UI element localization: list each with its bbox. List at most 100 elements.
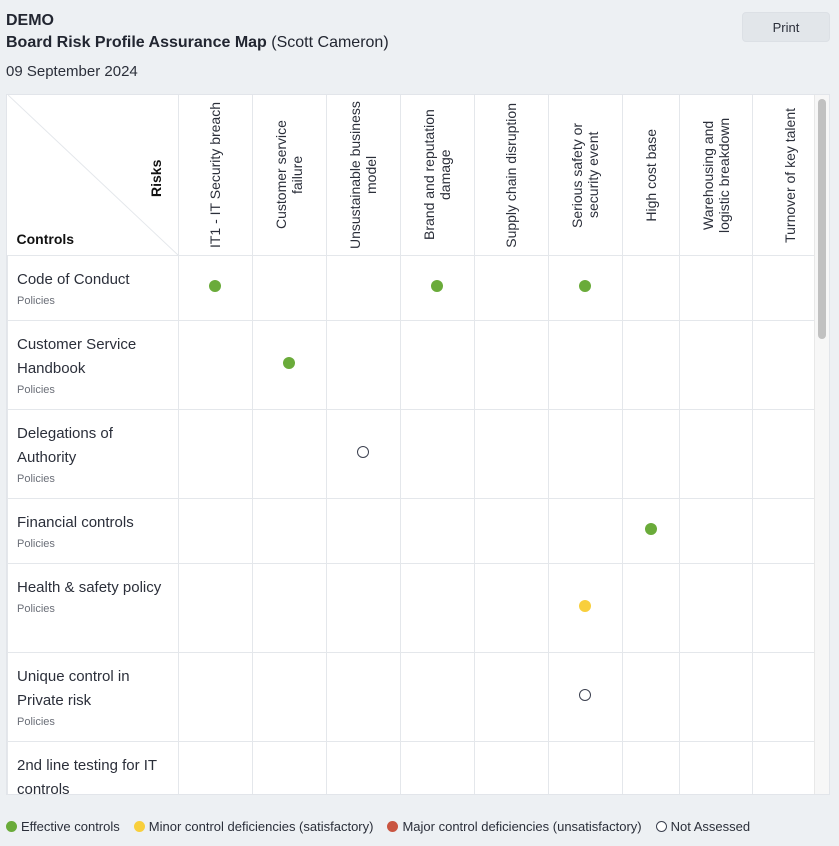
control-type: Policies xyxy=(17,295,55,307)
status-dot-effective[interactable] xyxy=(579,280,591,292)
matrix-table: Risks Controls IT1 - IT Security breach C… xyxy=(7,95,828,794)
assurance-cell[interactable] xyxy=(547,652,623,742)
status-dot-effective[interactable] xyxy=(209,280,221,292)
assurance-cell xyxy=(399,741,475,794)
risk-name: Customer service failure xyxy=(273,120,305,230)
risk-name: Unsustainable business model xyxy=(347,101,379,249)
legend-label: Major control deficiencies (unsatisfacto… xyxy=(402,819,642,834)
assurance-cell xyxy=(325,255,401,321)
org-name: DEMO xyxy=(6,12,54,29)
assurance-cell[interactable] xyxy=(473,741,549,794)
assurance-cell xyxy=(621,409,680,499)
status-dot-na[interactable] xyxy=(579,689,591,701)
risk-column-header: IT1 - IT Security breach xyxy=(177,95,253,256)
control-name: Health & safety policy xyxy=(17,579,162,596)
status-dot-na[interactable] xyxy=(357,446,369,458)
assurance-cell[interactable] xyxy=(399,255,475,321)
assurance-cell xyxy=(251,409,327,499)
scrollbar-thumb[interactable] xyxy=(818,99,826,339)
assurance-cell xyxy=(325,741,401,794)
report-owner: (Scott Cameron) xyxy=(271,34,389,51)
assurance-cell xyxy=(678,320,753,410)
legend-dot-effective xyxy=(6,821,17,832)
report-header: DEMO Board Risk Profile Assurance Map (S… xyxy=(6,10,389,82)
control-type: Policies xyxy=(17,384,55,396)
assurance-cell xyxy=(621,255,680,321)
control-type: Policies xyxy=(17,473,55,485)
risk-name: High cost base xyxy=(642,128,659,222)
vertical-scrollbar[interactable] xyxy=(814,95,829,794)
control-cell: Code of Conduct Policies xyxy=(7,255,179,321)
assurance-cell xyxy=(177,652,253,742)
matrix-corner: Risks Controls xyxy=(7,95,179,256)
assurance-cell[interactable] xyxy=(547,563,623,653)
legend-item-na: Not Assessed xyxy=(655,819,750,834)
legend-dot-major xyxy=(387,821,399,832)
control-cell: Customer Service Handbook Policies xyxy=(7,320,179,410)
risk-column-header: Serious safety or security event xyxy=(547,95,623,256)
matrix-body: Code of Conduct Policies Customer Service … xyxy=(7,255,828,794)
assurance-cell xyxy=(399,563,475,653)
assurance-cell[interactable] xyxy=(325,409,401,499)
assurance-cell xyxy=(251,652,327,742)
controls-axis-label: Controls xyxy=(16,231,75,247)
assurance-cell xyxy=(325,320,401,410)
legend-dot-minor xyxy=(133,821,145,832)
risk-header-row: Risks Controls IT1 - IT Security breach C… xyxy=(7,95,828,256)
assurance-cell xyxy=(547,409,623,499)
control-name: Code of Conduct xyxy=(17,271,130,288)
assurance-cell[interactable] xyxy=(251,320,327,410)
risk-column-header: Warehousing and logistic breakdown xyxy=(678,95,753,256)
legend-item-minor: Minor control deficiencies (satisfactory… xyxy=(133,819,373,834)
page-title: Board Risk Profile Assurance Map (Scott … xyxy=(6,32,389,54)
assurance-cell xyxy=(325,498,401,564)
status-dot-effective[interactable] xyxy=(283,357,295,369)
legend-item-effective: Effective controls xyxy=(6,819,120,834)
control-row: Health & safety policy Policies xyxy=(7,563,828,653)
risks-axis-label: Risks xyxy=(147,159,164,197)
control-name: Delegations of Authority xyxy=(17,425,113,466)
assurance-cell xyxy=(399,320,475,410)
assurance-cell xyxy=(325,563,401,653)
control-row: Financial controls Policies xyxy=(7,498,828,564)
assurance-cell xyxy=(251,741,327,794)
legend-dot-na xyxy=(655,821,667,832)
control-type: Policies xyxy=(17,538,55,550)
report-title: Board Risk Profile Assurance Map xyxy=(6,34,267,51)
print-button[interactable]: Print xyxy=(742,12,830,42)
risk-name: Warehousing and logistic breakdown xyxy=(699,117,732,233)
risk-column-header: Customer service failure xyxy=(251,95,327,256)
status-dot-minor[interactable] xyxy=(579,600,591,612)
risk-name: Serious safety or security event xyxy=(569,122,601,228)
legend-item-major: Major control deficiencies (unsatisfacto… xyxy=(387,819,642,834)
assurance-cell xyxy=(473,563,549,653)
assurance-cell xyxy=(621,320,680,410)
status-dot-effective[interactable] xyxy=(644,523,657,535)
assurance-cell xyxy=(399,409,475,499)
assurance-cell xyxy=(325,652,401,742)
assurance-cell xyxy=(547,498,623,564)
control-cell: 2nd line testing for IT controls xyxy=(7,741,179,794)
assurance-cell[interactable] xyxy=(177,255,253,321)
assurance-cell[interactable] xyxy=(177,741,253,794)
risk-name: Turnover of key talent xyxy=(781,107,798,243)
assurance-cell xyxy=(177,320,253,410)
assurance-cell xyxy=(473,409,549,499)
assurance-cell[interactable] xyxy=(621,498,680,564)
control-name: Customer Service Handbook xyxy=(17,336,137,377)
status-legend: Effective controls Minor control deficien… xyxy=(6,819,764,834)
assurance-cell xyxy=(251,563,327,653)
risk-name: IT1 - IT Security breach xyxy=(207,101,223,248)
assurance-cell xyxy=(177,563,253,653)
assurance-cell xyxy=(473,652,549,742)
assurance-cell xyxy=(547,741,623,794)
control-type: Policies xyxy=(17,603,55,615)
assurance-cell[interactable] xyxy=(547,255,623,321)
assurance-cell xyxy=(177,409,253,499)
status-dot-effective[interactable] xyxy=(431,280,443,292)
risk-column-header: Brand and reputation damage xyxy=(399,95,475,256)
risk-column-header: Unsustainable business model xyxy=(325,95,401,256)
assurance-cell xyxy=(251,255,327,321)
legend-label: Effective controls xyxy=(21,819,120,834)
risk-name: Supply chain disruption xyxy=(503,102,519,248)
